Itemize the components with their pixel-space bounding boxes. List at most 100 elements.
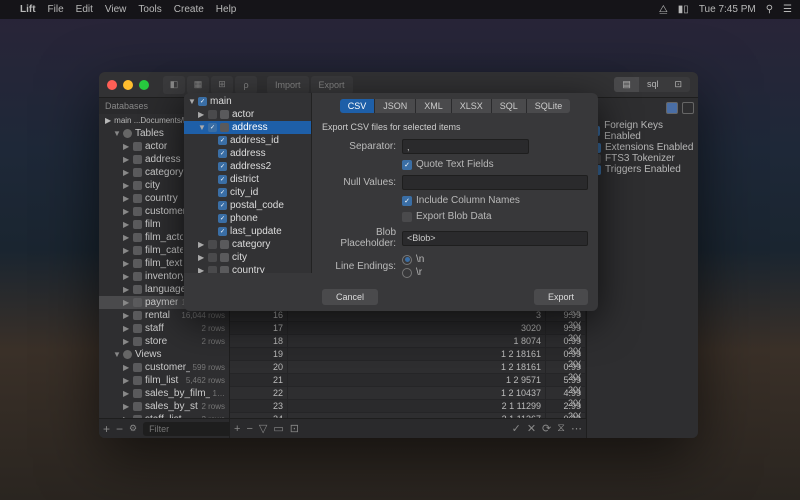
- view-mode-data[interactable]: ▤: [614, 77, 639, 92]
- table-row[interactable]: 1730209.99 20(: [230, 322, 586, 335]
- toolbar-back-button[interactable]: ◧: [163, 76, 185, 94]
- sidebar-group[interactable]: ▼Views: [99, 348, 229, 361]
- db-option-checkbox[interactable]: FTS3 Tokenizer: [591, 153, 694, 164]
- export-tree-item[interactable]: ▶actor: [184, 108, 311, 121]
- grid-commit-icon[interactable]: ✓: [512, 422, 521, 435]
- grid-footer: + − ▽ ▭ ⊡ ✓ ✕ ⟳ ⧖ ⋯: [230, 418, 586, 438]
- menu-edit[interactable]: Edit: [76, 4, 93, 15]
- export-tree-item[interactable]: ✓district: [184, 173, 311, 186]
- table-row[interactable]: 211 2 95715.99 20(: [230, 374, 586, 387]
- filter-input[interactable]: [143, 422, 230, 436]
- app-name[interactable]: Lift: [20, 4, 36, 15]
- sidebar-footer: + − ⚙: [99, 418, 229, 438]
- minimize-window-button[interactable]: [123, 80, 133, 90]
- panel-mode-a[interactable]: [666, 102, 678, 114]
- grid-columns-icon[interactable]: ▭: [273, 422, 283, 435]
- menu-tools[interactable]: Tools: [138, 4, 161, 15]
- export-tab-json[interactable]: JSON: [375, 99, 416, 113]
- line-ending-n-radio[interactable]: \n: [402, 254, 424, 265]
- quote-text-checkbox[interactable]: ✓Quote Text Fields: [402, 159, 494, 170]
- toolbar-grid-button[interactable]: ▦: [187, 76, 209, 94]
- export-format-tabs: CSVJSONXMLXLSXSQLSQLite: [340, 99, 571, 113]
- view-mode-chart[interactable]: ⊡: [666, 77, 690, 92]
- table-row[interactable]: 232 1 112992.99 20(: [230, 400, 586, 413]
- export-tab-sql[interactable]: SQL: [492, 99, 527, 113]
- export-tab-sqlite[interactable]: SQLite: [527, 99, 571, 113]
- options-panel: ✓Foreign Keys Enabled✓Extensions Enabled…: [586, 98, 698, 438]
- line-endings-label: Line Endings:: [322, 261, 396, 272]
- panel-mode-b[interactable]: [682, 102, 694, 114]
- blob-placeholder-input[interactable]: [402, 231, 588, 246]
- export-tree-item[interactable]: ✓address2: [184, 160, 311, 173]
- toolbar-query-button[interactable]: ρ: [235, 76, 257, 94]
- add-button[interactable]: +: [103, 422, 110, 436]
- menu-file[interactable]: File: [48, 4, 64, 15]
- separator-input[interactable]: [402, 139, 529, 154]
- export-button[interactable]: Export: [311, 76, 353, 94]
- separator-label: Separator:: [322, 141, 396, 152]
- export-form: CSVJSONXMLXLSXSQLSQLite Export CSV files…: [312, 93, 598, 311]
- sidebar-item[interactable]: ▶customer_list599 rows: [99, 361, 229, 374]
- db-option-checkbox[interactable]: ✓Foreign Keys Enabled: [591, 120, 694, 142]
- control-center-icon[interactable]: ☰: [783, 4, 792, 15]
- sidebar-item[interactable]: ▶sales_by_film_category1…: [99, 387, 229, 400]
- remove-button[interactable]: −: [116, 422, 123, 436]
- view-mode-sql[interactable]: sql: [639, 77, 667, 92]
- export-tree-item[interactable]: ▼✓address: [184, 121, 311, 134]
- menu-view[interactable]: View: [105, 4, 127, 15]
- grid-refresh-icon[interactable]: ⟳: [542, 422, 551, 435]
- db-option-checkbox[interactable]: ✓Extensions Enabled: [591, 142, 694, 153]
- table-row[interactable]: 181 80740.99 20(: [230, 335, 586, 348]
- export-dialog: ▼✓main▶actor▼✓address✓address_id✓address…: [184, 93, 598, 311]
- grid-more-icon[interactable]: ⋯: [571, 422, 582, 435]
- sidebar-item[interactable]: ▶staff2 rows: [99, 322, 229, 335]
- export-confirm-button[interactable]: Export: [534, 289, 588, 305]
- sidebar-item[interactable]: ▶store2 rows: [99, 335, 229, 348]
- export-tab-csv[interactable]: CSV: [340, 99, 376, 113]
- grid-history-icon[interactable]: ⧖: [557, 422, 565, 435]
- view-mode-segment: ▤ sql ⊡: [614, 77, 690, 92]
- export-blob-checkbox[interactable]: Export Blob Data: [402, 211, 492, 222]
- toolbar-structure-button[interactable]: ⊞: [211, 76, 233, 94]
- clock[interactable]: Tue 7:45 PM: [699, 4, 756, 15]
- blob-placeholder-label: Blob Placeholder:: [322, 227, 396, 249]
- grid-remove-row[interactable]: −: [246, 423, 252, 435]
- export-tab-xml[interactable]: XML: [416, 99, 452, 113]
- zoom-window-button[interactable]: [139, 80, 149, 90]
- export-tree-item[interactable]: ✓phone: [184, 212, 311, 225]
- wifi-icon[interactable]: ⧋: [659, 4, 668, 15]
- export-tab-xlsx[interactable]: XLSX: [452, 99, 492, 113]
- table-row[interactable]: 191 2 181610.99 20(: [230, 348, 586, 361]
- table-row[interactable]: 201 2 181610.99 20(: [230, 361, 586, 374]
- null-values-input[interactable]: [402, 175, 588, 190]
- null-values-label: Null Values:: [322, 177, 396, 188]
- export-tree-item[interactable]: ▶country: [184, 264, 311, 273]
- battery-icon[interactable]: ▮▯: [678, 4, 689, 15]
- traffic-lights: [107, 80, 149, 90]
- export-cancel-button[interactable]: Cancel: [322, 289, 378, 305]
- search-icon[interactable]: ⚲: [766, 4, 773, 15]
- db-option-checkbox[interactable]: ✓Triggers Enabled: [591, 164, 694, 175]
- export-tree-item[interactable]: ✓postal_code: [184, 199, 311, 212]
- menu-create[interactable]: Create: [174, 4, 204, 15]
- export-tree-item[interactable]: ✓city_id: [184, 186, 311, 199]
- table-row[interactable]: 221 2 104374.99 20(: [230, 387, 586, 400]
- export-tree-item[interactable]: ✓address: [184, 147, 311, 160]
- sidebar-item[interactable]: ▶sales_by_store2 rows: [99, 400, 229, 413]
- sidebar-item[interactable]: ▶film_list5,462 rows: [99, 374, 229, 387]
- export-tree-item[interactable]: ✓address_id: [184, 134, 311, 147]
- close-window-button[interactable]: [107, 80, 117, 90]
- grid-add-row[interactable]: +: [234, 423, 240, 435]
- export-tree-item[interactable]: ▶city: [184, 251, 311, 264]
- menu-help[interactable]: Help: [216, 4, 237, 15]
- include-columns-checkbox[interactable]: ✓Include Column Names: [402, 195, 520, 206]
- line-ending-r-radio[interactable]: \r: [402, 267, 424, 278]
- grid-filter-icon[interactable]: ▽: [259, 422, 267, 435]
- export-tree-item[interactable]: ✓last_update: [184, 225, 311, 238]
- grid-revert-icon[interactable]: ✕: [527, 422, 536, 435]
- import-button[interactable]: Import: [267, 76, 309, 94]
- export-tree-item[interactable]: ▶category: [184, 238, 311, 251]
- export-subtitle: Export CSV files for selected items: [322, 122, 588, 132]
- export-tree-item[interactable]: ▼✓main: [184, 95, 311, 108]
- grid-view-icon[interactable]: ⊡: [290, 422, 299, 435]
